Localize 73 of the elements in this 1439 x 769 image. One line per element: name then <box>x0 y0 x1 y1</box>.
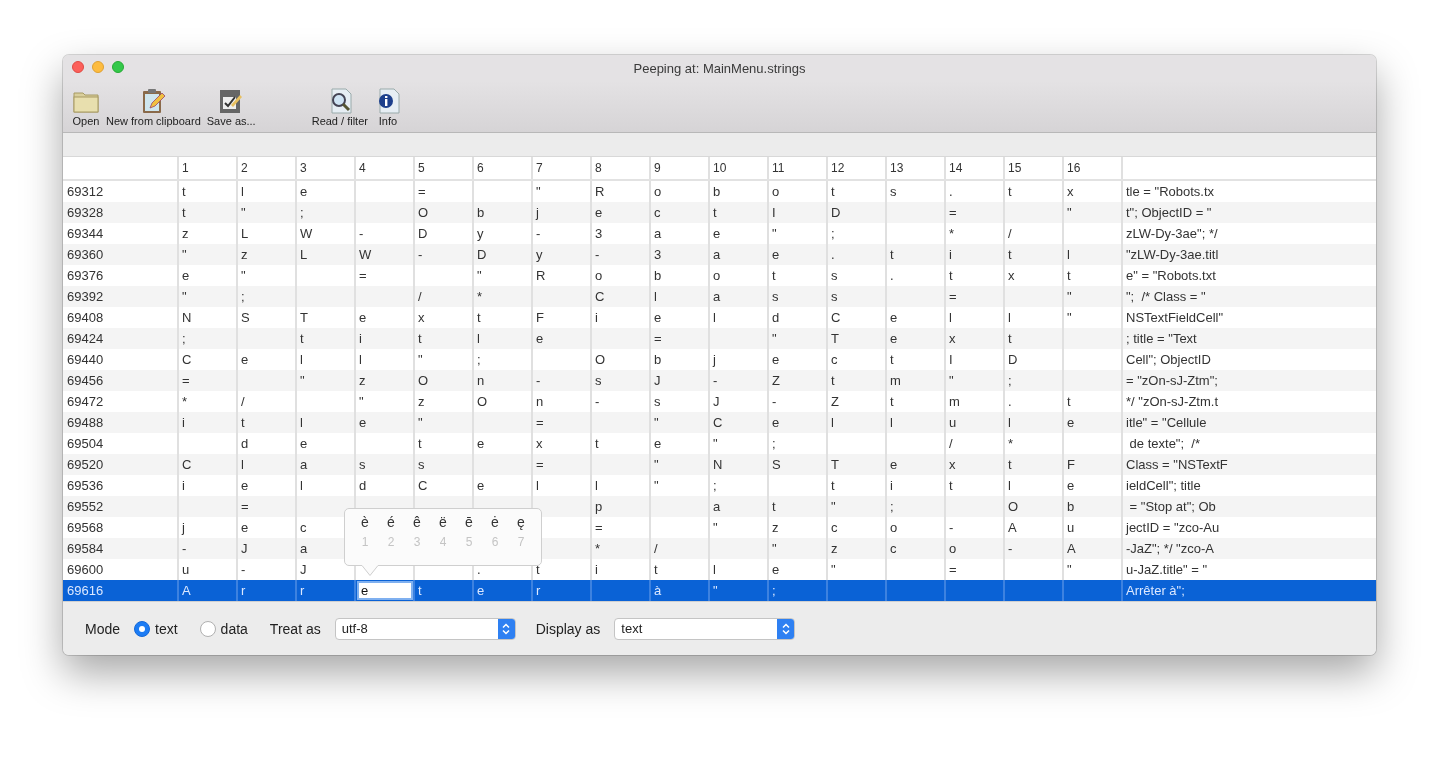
toolbar-button[interactable]: Read / filter <box>308 88 371 127</box>
column-header[interactable]: 10 <box>710 157 769 179</box>
text-cell-text: itle" = "Cellule <box>1125 414 1208 432</box>
mode-label: Mode <box>85 620 121 637</box>
column-header[interactable]: 16 <box>1064 157 1123 179</box>
text-cell-text: zLW-Dy-3ae"; */ <box>1125 225 1219 243</box>
column-header[interactable]: 13 <box>887 157 946 179</box>
text-cell-text: Arrêter à"; <box>1125 582 1186 600</box>
text-cell-text: u-JaZ.title" = " <box>1125 561 1209 579</box>
window-title: Peeping at: MainMenu.strings <box>633 60 806 76</box>
text-cell-text: ; title = "Text <box>1125 330 1198 348</box>
table-row[interactable]: 69616 A r r e t e r à " ; Arrêter à"; <box>63 580 1376 601</box>
text-cell-text: Cell"; ObjectID <box>1125 351 1212 369</box>
column-header[interactable]: 12 <box>828 157 887 179</box>
table-row[interactable]: 69360 " z L W - D y - 3 a e . t i t l "zLW-Dy-3ae.titl <box>63 244 1376 265</box>
text-cell-text: e" = "Robots.txt <box>1125 267 1217 285</box>
column-header[interactable]: 8 <box>592 157 651 179</box>
column-header[interactable]: 15 <box>1005 157 1064 179</box>
toolbar-button[interactable]: New from clipboard <box>103 88 204 127</box>
toolbar-button[interactable]: Open <box>69 88 103 127</box>
table-row[interactable]: 69408 N S T e x t F i e l d C e l l " NSTextFieldCell" <box>63 307 1376 328</box>
minimize-button[interactable] <box>92 61 104 73</box>
toolbar-button[interactable]: Info <box>370 88 405 127</box>
table-row[interactable]: 69504 d e t e x t e " ; / * de texte"; /* <box>63 433 1376 454</box>
text-cell-text: ieldCell"; title <box>1125 477 1202 495</box>
column-header[interactable]: 7 <box>533 157 592 179</box>
table-row[interactable]: 69488 i t l e " = " C e l l u l e itle" = "Cellule <box>63 412 1376 433</box>
column-header[interactable]: 2 <box>238 157 297 179</box>
column-header[interactable]: 3 <box>297 157 356 179</box>
table-row[interactable]: 69344 z L W - D y - 3 a e " ; * / zLW-Dy-3ae"; */ <box>63 223 1376 244</box>
table-row[interactable]: 69552 = p a t " ; O b = "Stop at"; Ob <box>63 496 1376 517</box>
radio-button[interactable]: text <box>134 620 178 637</box>
column-header[interactable]: 1 <box>179 157 238 179</box>
stepper-arrows-icon <box>502 622 511 635</box>
treat-as-dropdown[interactable]: utf-8 <box>334 617 516 640</box>
column-header[interactable]: 11 <box>769 157 828 179</box>
text-cell-text: de texte"; /* <box>1128 435 1201 453</box>
text-cell-text: Class = "NSTextF <box>1125 456 1229 474</box>
text-cell-text: jectID = "zco-Au <box>1124 519 1221 537</box>
display-as-label: Display as <box>535 620 601 637</box>
column-header[interactable]: 5 <box>415 157 474 179</box>
table-row[interactable]: 69376 e " = " R o b o t s . t x t e" = "Robots.txt <box>63 265 1376 286</box>
stepper-arrows-icon <box>781 622 790 635</box>
table-row[interactable]: 69456 = " z O n - s J - Z t m " ; = "zOn-sJ-Ztm"; <box>63 370 1376 391</box>
table-row[interactable]: 69600 u - J . t i t l e " = " u-JaZ.title" = " <box>63 559 1376 580</box>
toolbar-button[interactable]: Save as... <box>203 88 259 127</box>
text-cell-text: = "Stop at"; Ob <box>1128 498 1217 516</box>
text-cell-text: -JaZ"; */ "zco-A <box>1125 540 1215 558</box>
table-row[interactable]: 69392 " ; / * C l a s s = " "; /* Class = " <box>63 286 1376 307</box>
zoom-button[interactable] <box>112 61 124 73</box>
table-row[interactable]: 69472 * / " z O n - s J - Z t m . t */ "zOn-sJ-Ztm.t <box>63 391 1376 412</box>
text-cell-text: */ "zOn-sJ-Ztm.t <box>1125 393 1219 411</box>
table-row[interactable]: 69424 ; t i t l e = " T e x t ; title = "Text <box>63 328 1376 349</box>
table-row[interactable]: 69536 i e l d C e l l " ; t i t l e ieldCell"; title <box>63 475 1376 496</box>
text-cell-text: NSTextFieldCell" <box>1125 309 1225 327</box>
text-cell-text: = "zOn-sJ-Ztm"; <box>1125 372 1219 390</box>
treat-as-label: Treat as <box>269 620 321 637</box>
cell-editor-field[interactable]: e <box>357 581 413 600</box>
text-cell-text: tle = "Robots.tx <box>1125 183 1216 201</box>
text-cell-text: "zLW-Dy-3ae.titl <box>1125 246 1220 264</box>
radio-button[interactable]: data <box>199 620 248 637</box>
text-cell-text: t"; ObjectID = " <box>1125 204 1213 222</box>
display-as-dropdown[interactable]: text <box>614 617 796 640</box>
table-row[interactable]: 69312 t l e = " R o b o t s . t x tle = "Robots.tx <box>63 181 1376 202</box>
column-header[interactable]: 14 <box>946 157 1005 179</box>
column-header[interactable]: 6 <box>474 157 533 179</box>
table-row[interactable]: 69328 t " ; O b j e c t I D = " t"; ObjectID = " <box>63 202 1376 223</box>
column-header[interactable]: 4 <box>356 157 415 179</box>
table-row[interactable]: 69440 C e l l " ; O b j e c t I D Cell"; ObjectID <box>63 349 1376 370</box>
table-row[interactable]: 69520 C l a s s = " N S T e x t F Class = "NSTextF <box>63 454 1376 475</box>
column-header[interactable]: 9 <box>651 157 710 179</box>
close-button[interactable] <box>72 61 84 73</box>
text-cell-text: "; /* Class = " <box>1125 288 1207 306</box>
